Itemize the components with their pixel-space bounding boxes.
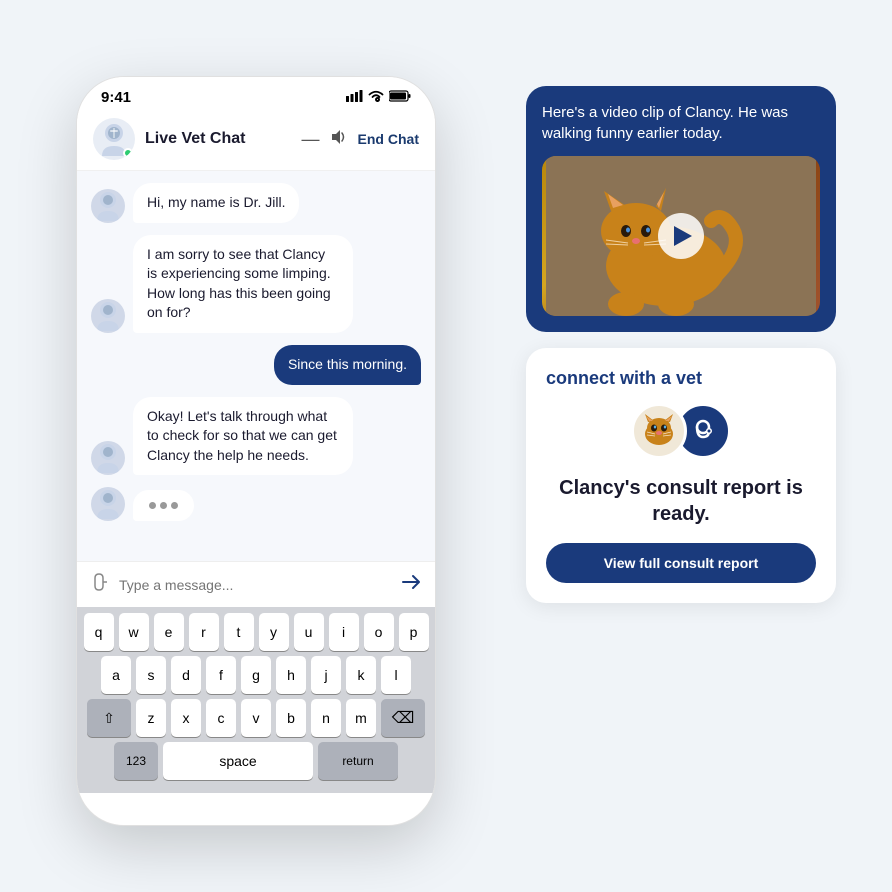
- consult-icons: [546, 403, 816, 459]
- key-d[interactable]: d: [171, 656, 201, 694]
- key-l[interactable]: l: [381, 656, 411, 694]
- key-m[interactable]: m: [346, 699, 376, 737]
- vet-avatar-msg: [91, 487, 125, 521]
- message-bubble: I am sorry to see that Clancy is experie…: [133, 235, 353, 333]
- cat-icon: [631, 403, 687, 459]
- vet-avatar-msg: [91, 299, 125, 333]
- typing-dot: [171, 502, 178, 509]
- key-z[interactable]: z: [136, 699, 166, 737]
- minimize-icon[interactable]: —: [302, 130, 320, 148]
- key-i[interactable]: i: [329, 613, 359, 651]
- video-card: Here's a video clip of Clancy. He was wa…: [526, 86, 836, 332]
- video-message-text: Here's a video clip of Clancy. He was wa…: [542, 102, 820, 144]
- vet-avatar-msg: [91, 189, 125, 223]
- key-j[interactable]: j: [311, 656, 341, 694]
- key-t[interactable]: t: [224, 613, 254, 651]
- key-c[interactable]: c: [206, 699, 236, 737]
- status-time: 9:41: [101, 89, 131, 106]
- signal-icon: [346, 90, 363, 105]
- phone-frame: 9:41: [76, 76, 436, 826]
- key-e[interactable]: e: [154, 613, 184, 651]
- keyboard-row-1: q w e r t y u i o p: [81, 613, 431, 651]
- key-backspace[interactable]: ⌫: [381, 699, 425, 737]
- key-y[interactable]: y: [259, 613, 289, 651]
- end-chat-button[interactable]: End Chat: [358, 131, 419, 147]
- online-indicator: [123, 148, 133, 158]
- message-row: Hi, my name is Dr. Jill.: [91, 183, 421, 223]
- keyboard-row-2: a s d f g h j k l: [81, 656, 431, 694]
- vet-avatar-header: [93, 118, 135, 160]
- key-f[interactable]: f: [206, 656, 236, 694]
- key-b[interactable]: b: [276, 699, 306, 737]
- chat-header: Live Vet Chat — End Chat: [77, 110, 435, 171]
- keyboard-row-3: ⇧ z x c v b n m ⌫: [81, 699, 431, 737]
- consult-report-title: Clancy's consult report is ready.: [546, 475, 816, 527]
- video-play-button[interactable]: [658, 213, 704, 259]
- message-input[interactable]: [119, 577, 393, 593]
- key-n[interactable]: n: [311, 699, 341, 737]
- key-p[interactable]: p: [399, 613, 429, 651]
- key-k[interactable]: k: [346, 656, 376, 694]
- view-report-button[interactable]: View full consult report: [546, 543, 816, 583]
- send-icon[interactable]: [401, 572, 421, 597]
- typing-dot: [160, 502, 167, 509]
- message-bubble: Hi, my name is Dr. Jill.: [133, 183, 299, 223]
- key-num[interactable]: 123: [114, 742, 158, 780]
- scene: 9:41: [36, 36, 856, 856]
- typing-indicator: [133, 490, 194, 521]
- vet-avatar-msg: [91, 441, 125, 475]
- key-return[interactable]: return: [318, 742, 398, 780]
- typing-dot: [149, 502, 156, 509]
- header-actions: — End Chat: [302, 129, 419, 150]
- chat-messages: Hi, my name is Dr. Jill. I am sorry to s…: [77, 171, 435, 561]
- video-thumbnail[interactable]: [542, 156, 820, 316]
- message-row-typing: [91, 487, 421, 521]
- keyboard: q w e r t y u i o p a s d f g h j k l: [77, 607, 435, 793]
- play-triangle-icon: [674, 226, 692, 246]
- key-s[interactable]: s: [136, 656, 166, 694]
- message-bubble-user: Since this morning.: [274, 345, 421, 385]
- battery-icon: [389, 90, 411, 105]
- wifi-icon: [368, 90, 384, 105]
- message-bubble: Okay! Let's talk through what to check f…: [133, 397, 353, 476]
- key-g[interactable]: g: [241, 656, 271, 694]
- attach-icon[interactable]: [91, 572, 111, 597]
- sound-icon[interactable]: [330, 129, 348, 150]
- key-r[interactable]: r: [189, 613, 219, 651]
- consult-card-title: connect with a vet: [546, 368, 816, 389]
- status-bar: 9:41: [77, 77, 435, 110]
- key-u[interactable]: u: [294, 613, 324, 651]
- message-row: Okay! Let's talk through what to check f…: [91, 397, 421, 476]
- chat-title: Live Vet Chat: [145, 130, 302, 148]
- key-space[interactable]: space: [163, 742, 313, 780]
- consult-card: connect with a vet: [526, 348, 836, 603]
- key-o[interactable]: o: [364, 613, 394, 651]
- right-panel: Here's a video clip of Clancy. He was wa…: [526, 86, 836, 603]
- keyboard-row-4: 123 space return: [81, 742, 431, 780]
- message-row-user: Since this morning.: [91, 345, 421, 385]
- chat-input-area: [77, 561, 435, 607]
- key-v[interactable]: v: [241, 699, 271, 737]
- key-a[interactable]: a: [101, 656, 131, 694]
- key-q[interactable]: q: [84, 613, 114, 651]
- message-row: I am sorry to see that Clancy is experie…: [91, 235, 421, 333]
- key-h[interactable]: h: [276, 656, 306, 694]
- status-icons: [346, 90, 411, 105]
- key-x[interactable]: x: [171, 699, 201, 737]
- key-shift[interactable]: ⇧: [87, 699, 131, 737]
- key-w[interactable]: w: [119, 613, 149, 651]
